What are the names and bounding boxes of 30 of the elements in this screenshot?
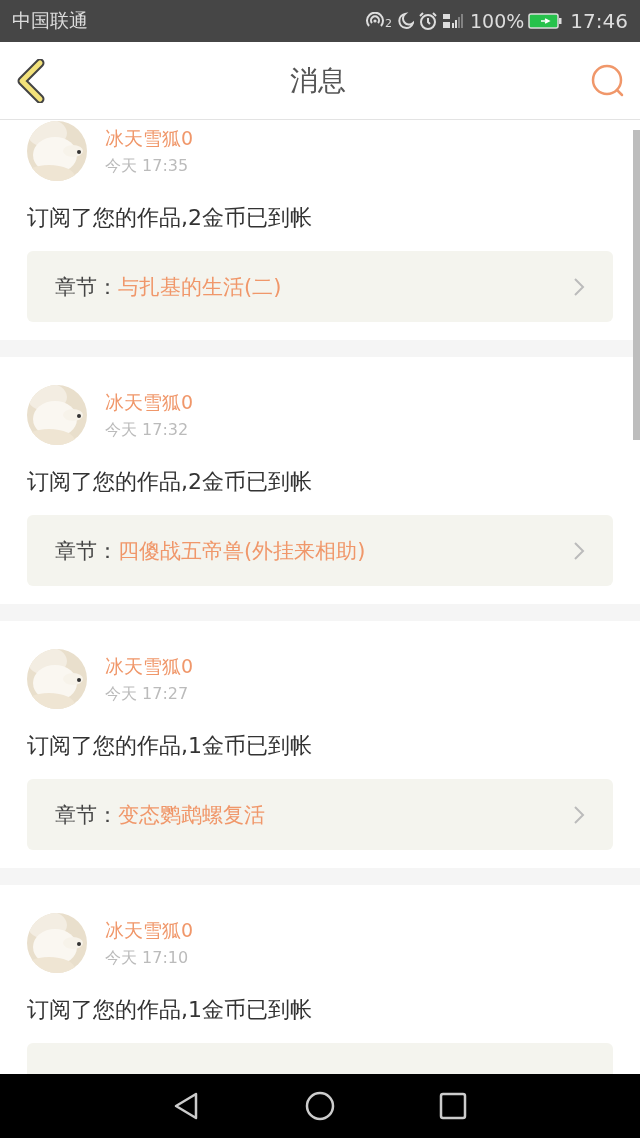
recents-button[interactable]: [438, 1091, 469, 1121]
battery-level: 100%: [470, 10, 525, 32]
scroll-bar[interactable]: [633, 130, 640, 440]
message-time: 今天 17:35: [105, 155, 190, 177]
page-title: 消息: [290, 62, 346, 99]
chapter-link[interactable]: 章节：变态鹦鹉螺复活: [27, 779, 613, 850]
home-button[interactable]: [305, 1091, 335, 1121]
chapter-link[interactable]: 章节：与扎基的生活(二): [27, 251, 613, 322]
message-text: 订阅了您的作品,1金币已到帐: [27, 732, 313, 760]
chevron-right-icon: [573, 804, 585, 825]
message-text: 订阅了您的作品,2金币已到帐: [27, 204, 313, 232]
moon-icon: [396, 12, 415, 30]
alarm-icon: [418, 11, 439, 31]
message-time: 今天 17:27: [105, 683, 190, 705]
carrier-name: 中国联通: [12, 8, 88, 33]
battery-icon: [528, 12, 563, 30]
hotspot-count: 2: [385, 17, 393, 30]
user-name[interactable]: 冰天雪狐0: [105, 653, 194, 680]
message-time: 今天 17:32: [105, 419, 190, 441]
message-text: 订阅了您的作品,1金币已到帐: [27, 996, 313, 1024]
user-name[interactable]: 冰天雪狐0: [105, 125, 194, 152]
user-name[interactable]: 冰天雪狐0: [105, 389, 194, 416]
message-text: 订阅了您的作品,2金币已到帐: [27, 468, 313, 496]
clock-time: 17:46: [570, 9, 628, 33]
user-name[interactable]: 冰天雪狐0: [105, 917, 194, 944]
chapter-link[interactable]: 章节：四傻战五帝兽(外挂来相助): [27, 515, 613, 586]
chevron-right-icon: [573, 540, 585, 561]
chevron-right-icon: [573, 276, 585, 297]
back-button[interactable]: [16, 58, 46, 103]
message-time: 今天 17:10: [105, 947, 190, 969]
